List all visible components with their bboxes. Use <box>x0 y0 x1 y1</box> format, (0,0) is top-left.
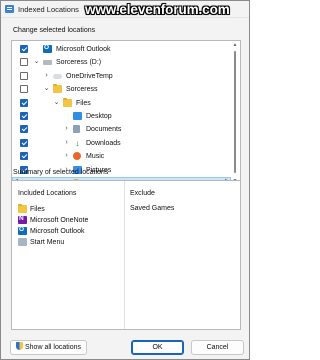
tree-item-label: Files <box>76 99 91 107</box>
tree-item-checkbox[interactable] <box>20 125 28 134</box>
indexing-app-icon <box>5 5 14 13</box>
chevron-right-icon[interactable]: › <box>63 125 70 133</box>
exclude-heading: Exclude <box>130 190 155 197</box>
excluded-location-label: Saved Games <box>130 205 175 212</box>
title-bar: Indexed Locations www.elevenforum.com <box>1 1 249 18</box>
location-tree[interactable]: Microsoft Outlook ⌄ Sorceress (D:) › OneDriv… <box>11 40 241 186</box>
summary-heading: Summary of selected locations <box>13 169 109 176</box>
drive-icon <box>43 60 52 66</box>
tree-item-label: Desktop <box>86 113 112 120</box>
uac-shield-icon <box>15 342 23 350</box>
onedrive-folder-icon <box>53 73 62 79</box>
tree-item[interactable]: › ↓ Downloads <box>12 137 231 150</box>
tree-item[interactable]: › Documents <box>12 123 231 136</box>
included-location-label: Start Menu <box>30 239 65 246</box>
outlook-icon <box>18 226 27 235</box>
tree-item-checkbox[interactable] <box>20 58 28 67</box>
onenote-icon <box>18 215 27 224</box>
tree-item[interactable]: ⌄ Sorceress (D:) <box>12 56 231 69</box>
start-menu-icon <box>18 238 27 246</box>
tree-item[interactable]: ⌄ Sorceress <box>12 83 231 96</box>
chevron-down-icon[interactable]: ⌄ <box>33 58 40 66</box>
folder-icon <box>18 204 27 213</box>
chevron-right-icon[interactable]: › <box>43 72 50 80</box>
ok-button[interactable]: OK <box>131 340 184 355</box>
show-all-label: Show all locations <box>24 344 82 351</box>
scrollbar-thumb[interactable] <box>234 51 236 173</box>
documents-icon <box>73 125 80 134</box>
chevron-down-icon[interactable]: ⌄ <box>53 99 60 107</box>
included-heading: Included Locations <box>18 190 77 197</box>
tree-item-label: OneDriveTemp <box>66 72 113 80</box>
tree-item[interactable]: › Music <box>12 150 231 163</box>
tree-item-checkbox[interactable] <box>20 85 28 94</box>
watermark: www.elevenforum.com <box>85 2 230 17</box>
tree-item[interactable]: ⌄ Files <box>12 97 231 110</box>
chevron-right-icon[interactable]: › <box>63 139 70 147</box>
included-location-item: Microsoft OneNote <box>18 215 122 226</box>
indexed-locations-dialog: Indexed Locations www.elevenforum.com Ch… <box>0 0 250 360</box>
included-location-label: Microsoft Outlook <box>30 228 85 235</box>
tree-item-label: Music <box>86 153 105 161</box>
tree-item-checkbox[interactable] <box>20 112 28 120</box>
show-all-locations-button[interactable]: Show all locations <box>10 340 87 355</box>
tree-item-label: Downloads <box>86 139 121 147</box>
tree-item[interactable]: › OneDriveTemp <box>12 70 231 83</box>
scroll-up-arrow-icon[interactable]: ▲ <box>232 42 238 48</box>
cancel-button[interactable]: Cancel <box>191 340 244 355</box>
included-location-item: Start Menu <box>18 237 122 248</box>
tree-item-label: Sorceress (D:) <box>56 59 102 67</box>
tree-item-label: Microsoft Outlook <box>56 46 111 53</box>
vertical-scrollbar[interactable]: ▲ ▼ <box>231 42 239 184</box>
chevron-right-icon[interactable]: › <box>63 152 70 160</box>
included-location-item: Files <box>18 204 122 215</box>
tree-item-checkbox[interactable] <box>20 98 28 107</box>
summary-divider <box>124 181 125 329</box>
summary-panel: Included Locations Exclude Files Microsof… <box>11 180 241 330</box>
included-location-item: Microsoft Outlook <box>18 226 122 237</box>
included-location-label: Microsoft OneNote <box>30 217 89 224</box>
tree-item-label: Sorceress <box>66 86 98 94</box>
tree-item-label: Documents <box>86 126 122 134</box>
folder-icon <box>53 84 62 94</box>
tree-item-checkbox[interactable] <box>20 71 28 80</box>
tree-item[interactable]: Desktop <box>12 110 231 123</box>
window-title: Indexed Locations <box>18 5 79 14</box>
tree-item-checkbox[interactable] <box>20 45 28 53</box>
tree-item[interactable]: Microsoft Outlook <box>12 43 231 56</box>
music-icon <box>73 152 81 161</box>
tree-heading: Change selected locations <box>13 27 96 34</box>
tree-item-checkbox[interactable] <box>20 138 28 147</box>
tree-item-checkbox[interactable] <box>20 152 28 161</box>
desktop-icon <box>73 112 82 120</box>
folder-icon <box>63 97 72 107</box>
outlook-icon <box>43 44 52 53</box>
chevron-down-icon[interactable]: ⌄ <box>43 85 50 93</box>
included-location-label: Files <box>30 206 45 213</box>
downloads-icon: ↓ <box>75 137 80 148</box>
